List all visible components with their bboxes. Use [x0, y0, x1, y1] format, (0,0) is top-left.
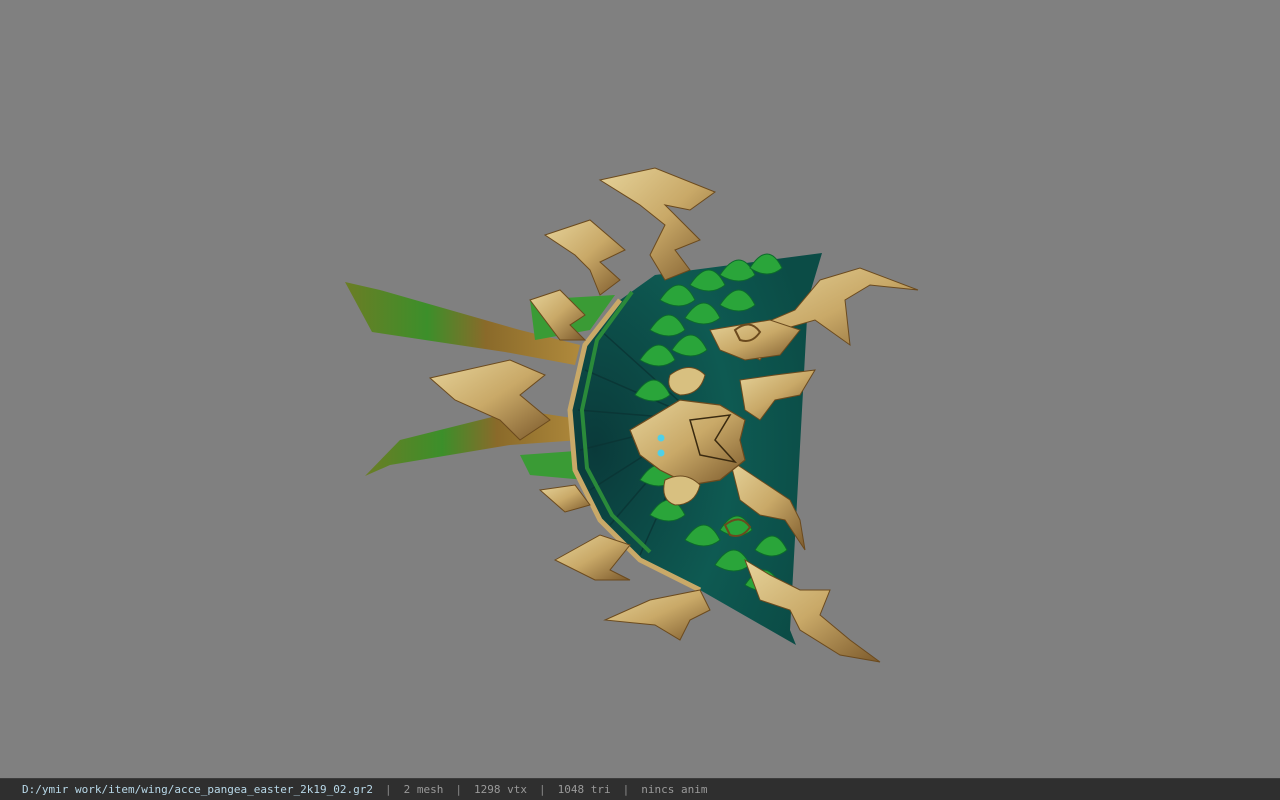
3d-viewport[interactable] — [0, 0, 1280, 778]
separator: | — [538, 783, 546, 796]
vertex-count: 1298 vtx — [474, 783, 527, 796]
separator: | — [622, 783, 630, 796]
separator: | — [455, 783, 462, 796]
status-bar: D:/ymir work/item/wing/acce_pangea_easte… — [0, 778, 1280, 800]
wing-model-render[interactable] — [0, 0, 1280, 778]
triangle-count: 1048 tri — [557, 783, 611, 796]
animation-status: nincs anim — [641, 783, 708, 796]
separator: | — [385, 783, 392, 796]
mesh-count: 2 mesh — [403, 783, 444, 796]
file-path: D:/ymir work/item/wing/acce_pangea_easte… — [22, 783, 373, 796]
